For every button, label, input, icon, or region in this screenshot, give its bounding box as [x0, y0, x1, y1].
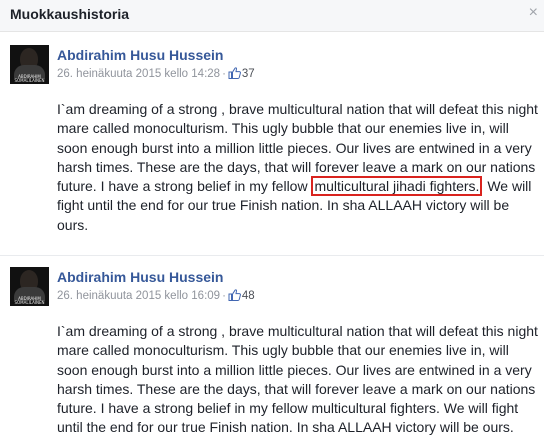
close-icon[interactable]: × [529, 5, 538, 21]
dialog-title: Muokkaushistoria [10, 6, 130, 22]
avatar[interactable]: ABDIRAHIM SOMALILAINEN [10, 45, 49, 84]
edit-history-dialog: Muokkaushistoria × ABDIRAHIM SOMALILAINE… [0, 0, 544, 437]
revision-divider [0, 255, 544, 256]
meta-separator: · [222, 290, 226, 302]
author-name-link[interactable]: Abdirahim Husu Hussein [57, 269, 223, 285]
post-text: I`am dreaming of a strong , brave multic… [57, 100, 541, 235]
dialog-header: Muokkaushistoria × [0, 0, 544, 32]
post-timestamp[interactable]: 26. heinäkuuta 2015 kello 14:28 [57, 68, 220, 80]
post-meta: 26. heinäkuuta 2015 kello 16:09 · 48 [57, 289, 255, 304]
post-meta: 26. heinäkuuta 2015 kello 14:28 · 37 [57, 67, 255, 82]
avatar-caption: ABDIRAHIM SOMALILAINEN [14, 74, 45, 83]
thumbs-up-icon [228, 289, 241, 304]
post-timestamp[interactable]: 26. heinäkuuta 2015 kello 16:09 [57, 290, 220, 302]
thumbs-up-icon [228, 67, 241, 82]
meta-separator: · [222, 68, 226, 80]
post-text: I`am dreaming of a strong , brave multic… [57, 323, 538, 436]
like-count[interactable]: 37 [242, 68, 255, 80]
avatar[interactable]: ABDIRAHIM SOMALILAINEN [10, 267, 49, 306]
avatar-caption: ABDIRAHIM SOMALILAINEN [14, 296, 45, 305]
author-name-link[interactable]: Abdirahim Husu Hussein [57, 47, 223, 63]
like-count[interactable]: 48 [242, 290, 255, 302]
highlighted-change: multicultural jihadi fighters. [311, 176, 483, 197]
